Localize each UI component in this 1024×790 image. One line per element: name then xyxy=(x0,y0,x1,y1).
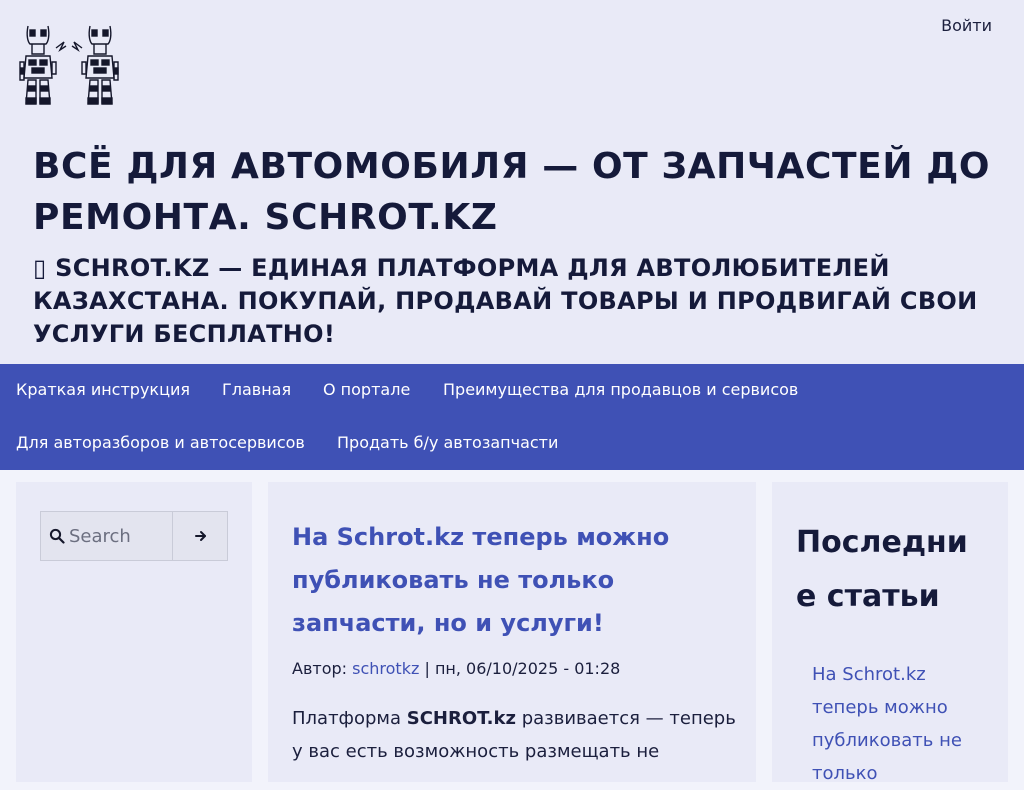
search-submit-button[interactable] xyxy=(174,512,227,560)
article-title[interactable]: На Schrot.kz теперь можно публиковать не… xyxy=(292,516,712,645)
meta-separator: | xyxy=(424,659,430,678)
main-content: На Schrot.kz теперь можно публиковать не… xyxy=(268,482,756,782)
nav-item-home[interactable]: Главная xyxy=(222,380,291,400)
login-link[interactable]: Войти xyxy=(941,16,992,36)
site-title[interactable]: ВСЁ ДЛЯ АВТОМОБИЛЯ — ОТ ЗАПЧАСТЕЙ ДО РЕМ… xyxy=(33,141,993,243)
author-label: Автор: xyxy=(292,659,348,678)
article-date: пн, 06/10/2025 - 01:28 xyxy=(434,659,621,678)
nav-item-instructions[interactable]: Краткая инструкция xyxy=(16,380,190,400)
search-form xyxy=(40,511,228,561)
right-sidebar: Последние статьи На Schrot.kz теперь мож… xyxy=(772,482,1008,784)
main-nav: Краткая инструкция Главная О портале Пре… xyxy=(0,364,1024,470)
nav-item-advantages[interactable]: Преимущества для продавцов и сервисов xyxy=(443,380,798,400)
recent-articles-heading: Последние статьи xyxy=(796,525,968,614)
search-input[interactable] xyxy=(67,512,171,560)
site-slogan: ▯ SCHROT.KZ — ЕДИНАЯ ПЛАТФОРМА ДЛЯ АВТОЛ… xyxy=(33,254,978,348)
nav-item-about[interactable]: О портале xyxy=(323,380,410,400)
robot-logo-icon[interactable] xyxy=(18,22,122,108)
search-icon xyxy=(49,528,65,544)
arrow-right-icon xyxy=(194,531,206,541)
site-header: Войти ВСЁ ДЛЯ АВТОМОБИЛЯ — ОТ ЗАПЧАСТЕЙ … xyxy=(0,0,1024,364)
left-sidebar xyxy=(16,482,252,782)
article-body-brand: SCHROT.kz xyxy=(406,708,516,729)
recent-article-link[interactable]: На Schrot.kz теперь можно публиковать не… xyxy=(812,658,982,790)
article-body: Платформа SCHROT.kz развивается — теперь… xyxy=(292,702,737,768)
search-input-wrap xyxy=(41,512,173,560)
nav-item-sell-parts[interactable]: Продать б/у автозапчасти xyxy=(337,433,558,453)
article-body-prefix: Платформа xyxy=(292,708,401,729)
article-meta: Автор: schrotkz | пн, 06/10/2025 - 01:28 xyxy=(292,658,620,680)
author-link[interactable]: schrotkz xyxy=(352,659,419,678)
nav-item-dismantlers[interactable]: Для авторазборов и автосервисов xyxy=(16,433,305,453)
